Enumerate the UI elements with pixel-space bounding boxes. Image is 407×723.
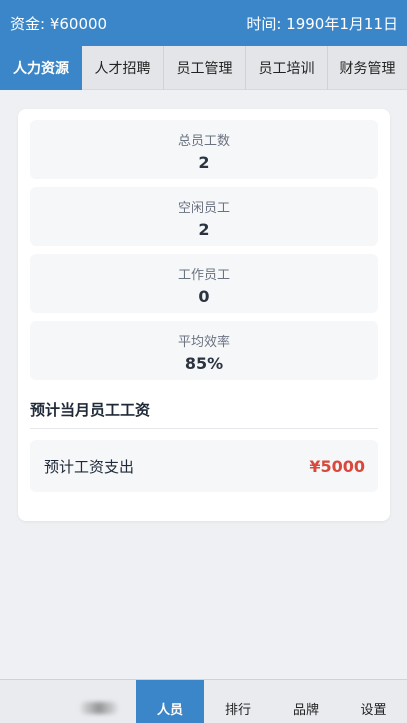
salary-expense-label: 预计工资支出 xyxy=(44,457,135,476)
stat-label: 总员工数 xyxy=(177,134,230,149)
nav-item-settings[interactable]: 设置 xyxy=(340,680,407,723)
salary-section-title: 预计当月员工工资 xyxy=(30,399,378,429)
date-display: 时间: 1990年1月11日 xyxy=(246,14,398,33)
blurred-placeholder xyxy=(80,702,118,714)
tab-staff-management[interactable]: 员工管理 xyxy=(164,46,245,90)
stat-value: 85% xyxy=(184,354,224,373)
salary-expense-value: ¥5000 xyxy=(309,456,365,476)
hr-overview-card: 总员工数 2 空闲员工 2 工作员工 0 平均效率 85% 预计当月员工工资 预… xyxy=(18,109,390,521)
stat-idle-staff: 空闲员工 2 xyxy=(30,187,378,246)
bottom-nav-bar: 人员 排行 品牌 设置 xyxy=(0,679,407,723)
tab-human-resources[interactable]: 人力资源 xyxy=(0,45,82,90)
nav-item-brand[interactable]: 品牌 xyxy=(272,680,340,723)
tab-recruitment[interactable]: 人才招聘 xyxy=(82,46,163,90)
stat-value: 0 xyxy=(198,287,210,306)
nav-item-staff[interactable]: 人员 xyxy=(136,680,204,723)
stat-average-efficiency: 平均效率 85% xyxy=(30,321,378,380)
stat-value: 2 xyxy=(198,220,210,239)
top-tab-bar: 人力资源 人才招聘 员工管理 员工培训 财务管理 xyxy=(0,45,407,90)
tab-finance[interactable]: 财务管理 xyxy=(328,46,407,90)
funds-display: 资金: ¥60000 xyxy=(10,14,108,33)
nav-item-ranking[interactable]: 排行 xyxy=(204,680,272,723)
status-bar: 资金: ¥60000 时间: 1990年1月11日 xyxy=(0,0,407,46)
stat-label: 工作员工 xyxy=(177,268,230,283)
stat-label: 空闲员工 xyxy=(177,201,230,216)
stat-working-staff: 工作员工 0 xyxy=(30,254,378,313)
tab-staff-training[interactable]: 员工培训 xyxy=(246,46,327,90)
salary-expense-row: 预计工资支出 ¥5000 xyxy=(30,440,378,492)
stat-label: 平均效率 xyxy=(177,335,230,350)
stat-total-staff: 总员工数 2 xyxy=(30,120,378,179)
stat-value: 2 xyxy=(198,153,210,172)
